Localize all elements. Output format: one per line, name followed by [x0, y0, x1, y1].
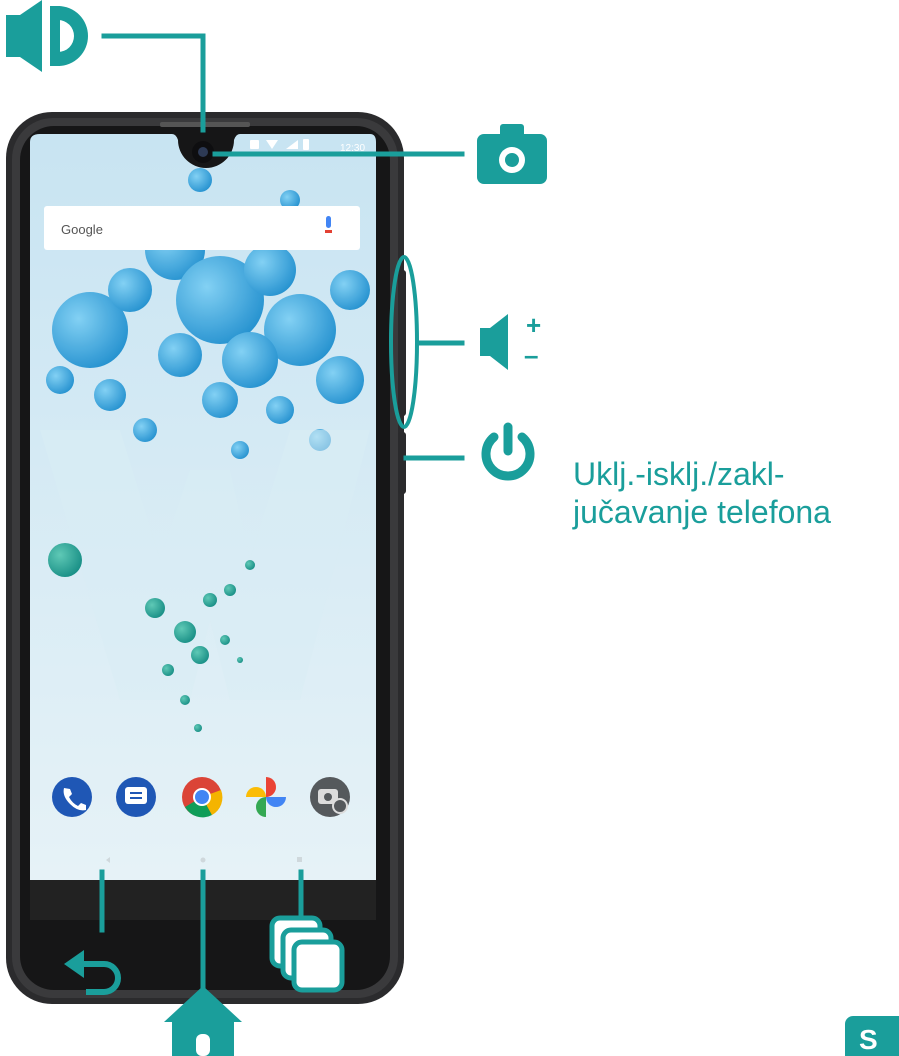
- volume-plus-label: +: [526, 310, 542, 340]
- speaker-icon: [6, 0, 88, 72]
- phone-icon: [52, 777, 92, 817]
- power-label-line1: Uklj.-isklj./zakl-: [573, 456, 785, 492]
- front-camera: [192, 141, 214, 163]
- messages-icon: [116, 777, 156, 817]
- camera-app-icon: [310, 777, 350, 817]
- power-label-line2: jučavanje telefona: [573, 494, 831, 530]
- power-icon: [481, 422, 535, 481]
- power-button-label: Uklj.-isklj./zakl- jučavanje telefona: [573, 455, 831, 531]
- status-time: 12:30: [340, 143, 366, 154]
- search-bar-text: Google: [61, 222, 103, 237]
- corner-badge: S: [845, 1016, 899, 1056]
- volume-icon: [480, 314, 508, 370]
- camera-icon: [477, 124, 547, 184]
- volume-minus-label: –: [524, 340, 539, 370]
